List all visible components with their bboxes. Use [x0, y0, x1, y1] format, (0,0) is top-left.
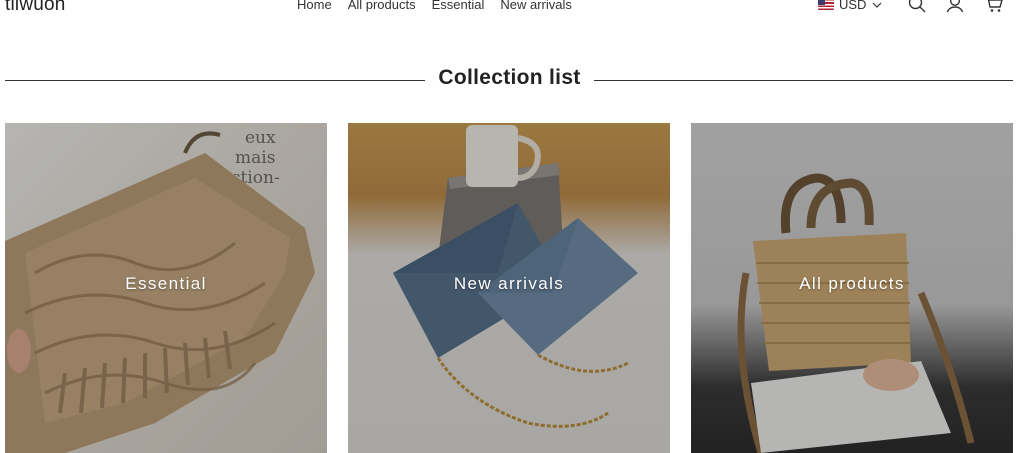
nav-link-new-arrivals[interactable]: New arrivals	[500, 0, 572, 12]
currency-selector[interactable]: USD	[818, 0, 882, 12]
collection-card-essential[interactable]: eux mais ction- Essential	[5, 123, 327, 453]
section-title: Collection list	[438, 66, 581, 89]
main-nav: Home All products Essential New arrivals	[297, 0, 572, 12]
collection-card-new-arrivals[interactable]: New arrivals	[348, 123, 670, 453]
title-divider-right	[594, 80, 1013, 81]
search-icon[interactable]	[907, 0, 927, 14]
store-logo[interactable]: tliwuon	[5, 0, 66, 16]
collection-label-new-arrivals: New arrivals	[453, 274, 565, 293]
chevron-down-icon	[872, 2, 882, 8]
collection-card-all-products[interactable]: All products	[691, 123, 1013, 453]
collection-label-all-products: All products	[799, 274, 905, 293]
collection-label-essential: Essential	[125, 274, 207, 293]
currency-code: USD	[839, 0, 867, 12]
account-icon[interactable]	[945, 0, 965, 14]
nav-link-home[interactable]: Home	[297, 0, 332, 12]
cart-icon[interactable]	[984, 0, 1004, 14]
nav-link-essential[interactable]: Essential	[432, 0, 485, 12]
title-divider-left	[5, 80, 425, 81]
us-flag-icon	[818, 0, 834, 10]
nav-link-all-products[interactable]: All products	[348, 0, 416, 12]
